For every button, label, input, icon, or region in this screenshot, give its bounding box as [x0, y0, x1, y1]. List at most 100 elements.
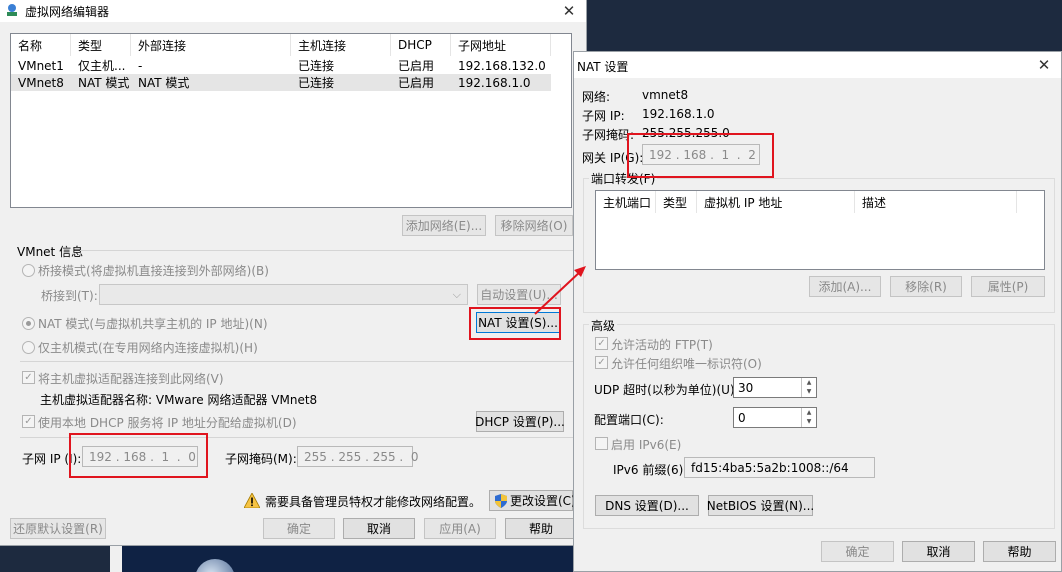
- spin-arrows-icon[interactable]: ▲ ▼: [801, 408, 816, 427]
- column-header-type[interactable]: 类型: [656, 191, 697, 213]
- config-port-label: 配置端口(C):: [594, 413, 664, 427]
- table-cell: 已连接: [298, 59, 335, 73]
- allow-oui-checkbox[interactable]: ✓: [595, 356, 608, 369]
- bridged-radio[interactable]: [22, 264, 35, 277]
- use-dhcp-label: 使用本地 DHCP 服务将 IP 地址分配给虚拟机(D): [38, 416, 297, 430]
- connect-adapter-checkbox[interactable]: ✓: [22, 371, 35, 384]
- desktop-wallpaper-orb: [195, 559, 235, 572]
- vne-titlebar: 虚拟网络编辑器 ✕: [0, 0, 586, 22]
- port-forwarding-table[interactable]: 主机端口 类型 虚拟机 IP 地址 描述: [595, 190, 1045, 270]
- column-header-host[interactable]: 主机连接: [291, 34, 391, 56]
- network-label: 网络:: [582, 90, 611, 104]
- enable-ipv6-label: 启用 IPv6(E): [611, 438, 682, 452]
- help-button[interactable]: 帮助: [505, 518, 577, 539]
- highlight-gateway-ip: [627, 133, 774, 178]
- ipv6-prefix-field[interactable]: fd15:4ba5:5a2b:1008::/64: [684, 457, 875, 478]
- table-row-selected[interactable]: VMnet8 NAT 模式 NAT 模式 已连接 已启用 192.168.1.0: [11, 74, 551, 91]
- nat-mode-radio[interactable]: [22, 317, 35, 330]
- udp-timeout-stepper[interactable]: 30 ▲ ▼: [733, 377, 817, 398]
- config-port-stepper[interactable]: 0 ▲ ▼: [733, 407, 817, 428]
- warning-icon: [243, 492, 261, 509]
- vmnet-info-label: VMnet 信息: [17, 245, 84, 259]
- close-icon[interactable]: ✕: [558, 0, 580, 22]
- enable-ipv6-checkbox[interactable]: [595, 437, 608, 450]
- config-port-value: 0: [738, 410, 746, 425]
- subnet-ip-label: 子网 IP:: [582, 109, 625, 123]
- network-value: vmnet8: [642, 88, 689, 102]
- table-cell: NAT 模式: [138, 76, 190, 90]
- table-cell: 已连接: [298, 76, 335, 90]
- column-header-vm-ip[interactable]: 虚拟机 IP 地址: [697, 191, 855, 213]
- adapter-name-text: 主机虚拟适配器名称: VMware 网络适配器 VMnet8: [40, 393, 318, 407]
- annotation-arrow-icon: [534, 266, 586, 315]
- column-header-description[interactable]: 描述: [855, 191, 1017, 213]
- divider: [20, 361, 573, 362]
- host-only-label: 仅主机模式(在专用网络内连接虚拟机)(H): [38, 341, 258, 355]
- table-cell: 仅主机...: [78, 59, 126, 73]
- ipv6-prefix-label: IPv6 前缀(6):: [613, 463, 688, 477]
- column-header-host-port[interactable]: 主机端口: [596, 191, 656, 213]
- column-header-name[interactable]: 名称: [11, 34, 71, 56]
- bridged-mode-label: 桥接模式(将虚拟机直接连接到外部网络)(B): [38, 264, 269, 278]
- nat-settings-window: NAT 设置 ✕ 网络: vmnet8 子网 IP: 192.168.1.0 子…: [573, 51, 1062, 572]
- bridged-to-select[interactable]: ⌵: [99, 284, 468, 305]
- help-button[interactable]: 帮助: [983, 541, 1056, 562]
- admin-notice-text: 需要具备管理员特权才能修改网络配置。: [265, 495, 482, 509]
- table-cell: 192.168.132.0: [458, 58, 546, 73]
- use-dhcp-checkbox[interactable]: ✓: [22, 415, 35, 428]
- table-cell: 已启用: [398, 59, 435, 73]
- column-header-type[interactable]: 类型: [71, 34, 131, 56]
- network-table[interactable]: 名称 类型 外部连接 主机连接 DHCP 子网地址 VMnet1 仅主机... …: [10, 33, 572, 208]
- table-cell: NAT 模式: [78, 76, 130, 90]
- remove-button[interactable]: 移除(R): [890, 276, 962, 297]
- dhcp-settings-button[interactable]: DHCP 设置(P)...: [475, 411, 565, 432]
- desktop-edge: [110, 545, 122, 572]
- allow-ftp-label: 允许活动的 FTP(T): [611, 338, 713, 352]
- apply-button[interactable]: 应用(A): [424, 518, 496, 539]
- netbios-settings-button[interactable]: NetBIOS 设置(N)...: [707, 495, 814, 516]
- desktop-background: [110, 545, 580, 572]
- restore-defaults-button[interactable]: 还原默认设置(R): [10, 518, 106, 539]
- shield-icon: [494, 493, 508, 508]
- change-settings-label: 更改设置(C): [510, 494, 576, 508]
- nat-title: NAT 设置: [577, 60, 629, 74]
- highlight-subnet-ip: [69, 433, 208, 478]
- host-only-radio[interactable]: [22, 341, 35, 354]
- close-icon[interactable]: ✕: [1033, 54, 1055, 76]
- column-header-external[interactable]: 外部连接: [131, 34, 291, 56]
- chevron-down-icon: ⌵: [452, 288, 461, 301]
- column-header-subnet[interactable]: 子网地址: [451, 34, 551, 56]
- advanced-label: 高级: [589, 317, 618, 334]
- column-header-dhcp[interactable]: DHCP: [391, 34, 451, 56]
- ok-button[interactable]: 确定: [263, 518, 335, 539]
- table-cell: VMnet1: [18, 58, 64, 73]
- udp-timeout-value: 30: [738, 380, 754, 395]
- allow-ftp-checkbox[interactable]: ✓: [595, 337, 608, 350]
- properties-button[interactable]: 属性(P): [971, 276, 1045, 297]
- subnet-mask-label: 子网掩码(M):: [225, 452, 297, 466]
- cancel-button[interactable]: 取消: [902, 541, 975, 562]
- table-row[interactable]: VMnet1 仅主机... - 已连接 已启用 192.168.132.0: [11, 57, 551, 74]
- subnet-mask-field[interactable]: 255 . 255 . 255 . 0: [297, 446, 419, 467]
- udp-timeout-label: UDP 超时(以秒为单位)(U):: [594, 383, 739, 397]
- vne-title: 虚拟网络编辑器: [25, 5, 110, 19]
- table-cell: 192.168.1.0: [458, 75, 531, 90]
- bridged-to-label: 桥接到(T):: [41, 289, 98, 303]
- spin-arrows-icon[interactable]: ▲ ▼: [801, 378, 816, 397]
- nat-titlebar: NAT 设置 ✕: [574, 52, 1061, 78]
- connect-adapter-label: 将主机虚拟适配器连接到此网络(V): [38, 372, 224, 386]
- allow-oui-label: 允许任何组织唯一标识符(O): [611, 357, 762, 371]
- cancel-button[interactable]: 取消: [343, 518, 415, 539]
- dns-settings-button[interactable]: DNS 设置(D)...: [595, 495, 699, 516]
- network-editor-app-icon: [5, 3, 19, 17]
- change-settings-button[interactable]: 更改设置(C): [489, 490, 576, 511]
- divider: [80, 250, 573, 251]
- table-cell: VMnet8: [18, 75, 64, 90]
- remove-network-button[interactable]: 移除网络(O): [495, 215, 573, 236]
- subnet-ip-value: 192.168.1.0: [642, 107, 715, 121]
- table-cell: 已启用: [398, 76, 435, 90]
- add-button[interactable]: 添加(A)...: [809, 276, 881, 297]
- table-cell: -: [138, 58, 143, 73]
- add-network-button[interactable]: 添加网络(E)...: [402, 215, 486, 236]
- ok-button[interactable]: 确定: [821, 541, 894, 562]
